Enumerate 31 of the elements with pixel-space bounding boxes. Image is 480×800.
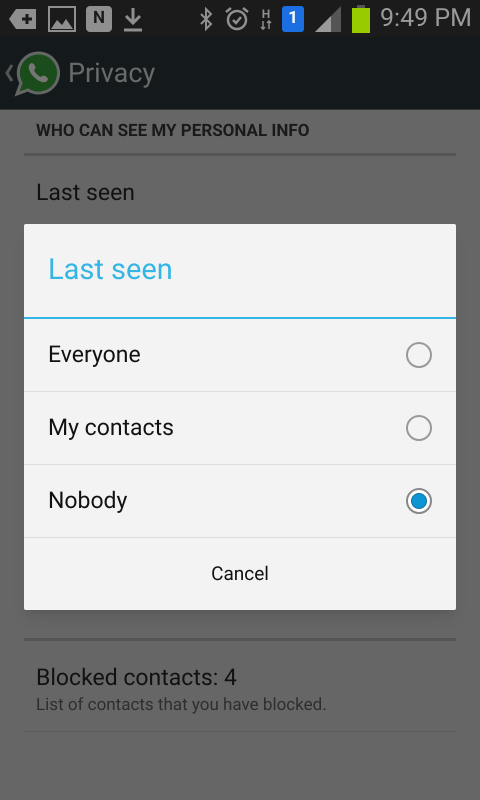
data-arrows-icon: [260, 20, 272, 30]
network-type-label: H: [262, 8, 270, 20]
option-label: Everyone: [48, 340, 141, 370]
signal-icon: [314, 6, 342, 32]
preference-title: Last seen: [36, 178, 136, 208]
screen-title: Privacy: [68, 56, 156, 91]
section-header: WHO CAN SEE MY PERSONAL INFO: [36, 120, 310, 143]
battery-icon: [352, 4, 370, 32]
news-badge-icon: N: [86, 6, 112, 32]
dialog-title: Last seen: [48, 252, 173, 289]
clock-time: 9:49 PM: [380, 2, 472, 35]
download-icon: [122, 6, 144, 32]
radio-option[interactable]: Nobody: [24, 465, 456, 538]
sim-badge-icon: 1: [282, 6, 304, 32]
preference-summary: List of contacts that you have blocked.: [36, 694, 328, 717]
option-label: Nobody: [48, 486, 128, 516]
radio-option[interactable]: My contacts: [24, 392, 456, 465]
bluetooth-icon: [198, 6, 214, 30]
option-label: My contacts: [48, 412, 174, 443]
radio-button[interactable]: [406, 342, 432, 368]
preference-title: Blocked contacts: 4: [36, 663, 238, 693]
add-tag-icon: [8, 6, 38, 30]
cancel-button[interactable]: Cancel: [24, 538, 456, 610]
chat-bubble-phone-icon: [14, 49, 62, 97]
alarm-clock-icon: [224, 6, 250, 32]
image-icon: [48, 6, 76, 32]
back-caret-icon: [4, 63, 14, 83]
radio-button[interactable]: [406, 488, 432, 514]
radio-button[interactable]: [406, 415, 432, 441]
app-home-button[interactable]: [4, 49, 62, 97]
radio-option[interactable]: Everyone: [24, 319, 456, 392]
